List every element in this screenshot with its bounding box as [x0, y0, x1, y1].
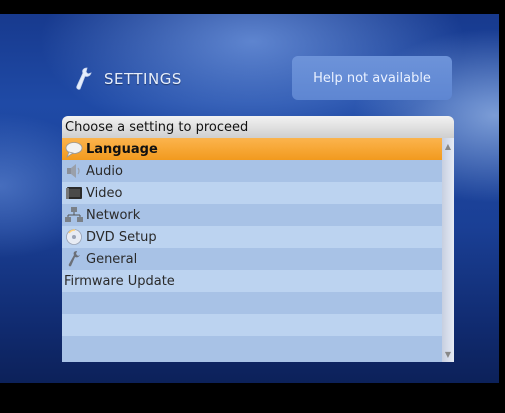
- settings-list: Language Audio Video Network DVD Setup G…: [62, 138, 442, 362]
- scroll-up-arrow-icon[interactable]: ▲: [444, 142, 452, 151]
- list-item-firmware-update[interactable]: Firmware Update: [62, 270, 442, 292]
- wrench-icon: [76, 67, 92, 90]
- language-icon: [65, 142, 83, 158]
- list-item-label: Network: [86, 207, 141, 223]
- list-item-audio[interactable]: Audio: [62, 160, 442, 182]
- list-item-label: Audio: [86, 163, 123, 179]
- letterbox-top: [0, 0, 505, 14]
- help-text: Help not available: [313, 70, 431, 86]
- video-icon: [66, 187, 82, 199]
- list-item-label: Video: [86, 185, 123, 201]
- list-item-empty: [62, 336, 442, 362]
- disc-icon: [66, 229, 82, 245]
- list-item-network[interactable]: Network: [62, 204, 442, 226]
- panel-heading: Choose a setting to proceed: [62, 116, 454, 138]
- list-item-label: General: [86, 251, 138, 267]
- letterbox-right: [499, 0, 505, 413]
- settings-panel: Choose a setting to proceed Language Aud…: [62, 116, 454, 362]
- scroll-down-arrow-icon[interactable]: ▼: [444, 350, 452, 359]
- list-item-empty: [62, 292, 442, 314]
- wrench-icon: [68, 251, 80, 267]
- letterbox-bottom: [0, 383, 505, 413]
- list-item-general[interactable]: General: [62, 248, 442, 270]
- list-item-label: Firmware Update: [64, 273, 175, 289]
- list-item-label: Language: [86, 141, 158, 157]
- speaker-icon: [67, 164, 80, 178]
- list-scrollbar[interactable]: ▲ ▼: [442, 138, 454, 362]
- page-header: SETTINGS: [72, 64, 182, 94]
- list-item-language[interactable]: Language: [62, 138, 442, 160]
- page-title: SETTINGS: [104, 70, 182, 88]
- list-item-video[interactable]: Video: [62, 182, 442, 204]
- panel-heading-text: Choose a setting to proceed: [65, 119, 249, 135]
- list-item-label: DVD Setup: [86, 229, 157, 245]
- help-panel: Help not available: [292, 56, 452, 100]
- network-icon: [65, 207, 83, 222]
- list-item-dvd-setup[interactable]: DVD Setup: [62, 226, 442, 248]
- list-item-empty: [62, 314, 442, 336]
